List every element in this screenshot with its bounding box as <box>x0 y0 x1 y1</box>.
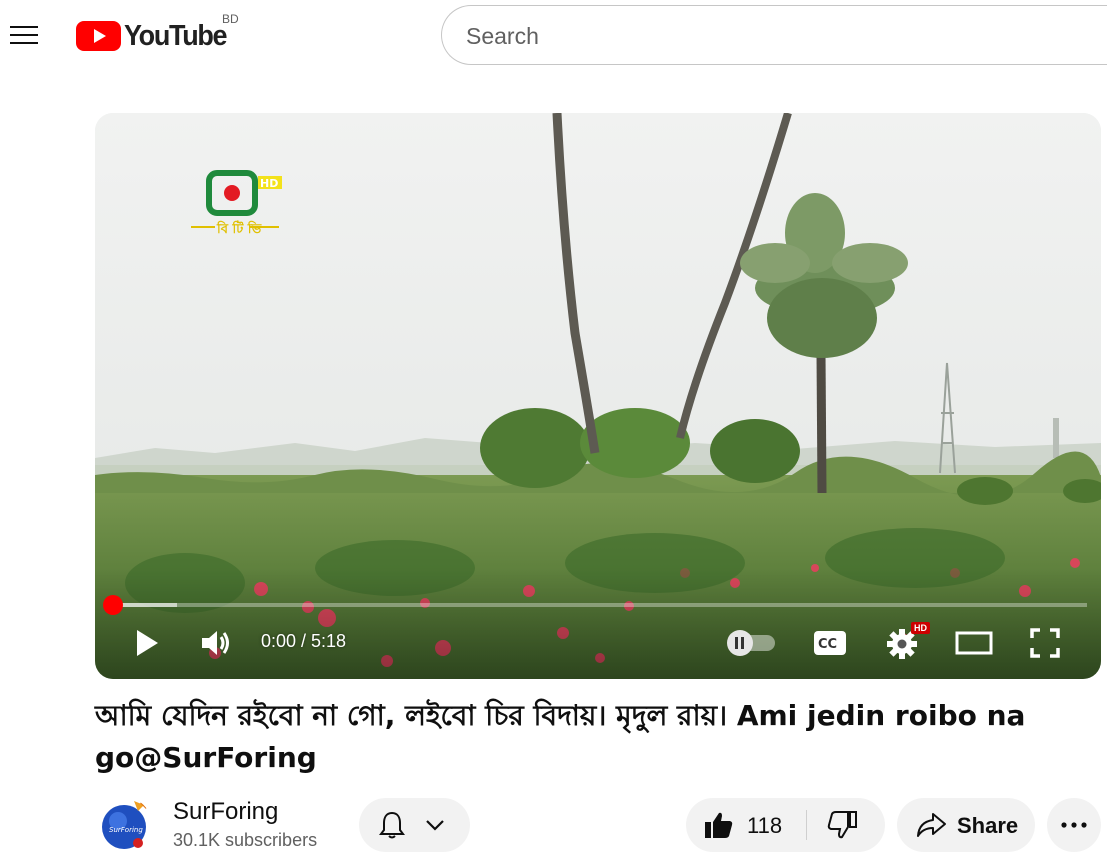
youtube-logo[interactable]: YouTube <box>76 16 234 56</box>
btv-channel-logo: HD বি টি ভি <box>191 170 282 237</box>
more-horizontal-icon <box>1061 822 1087 828</box>
like-button[interactable]: 118 <box>686 798 806 852</box>
like-count: 118 <box>747 813 783 838</box>
channel-avatar[interactable]: SurForing <box>96 797 152 853</box>
captions-icon: CC <box>814 631 846 655</box>
thumbs-up-icon <box>705 812 733 838</box>
play-button[interactable] <box>131 627 163 659</box>
guide-menu-button[interactable] <box>6 14 42 56</box>
logo-wordmark: YouTube <box>124 19 228 52</box>
controls-gradient <box>95 569 1101 679</box>
bell-icon <box>379 811 405 839</box>
theater-mode-button[interactable] <box>953 627 995 659</box>
menu-icon-line <box>10 42 38 44</box>
avatar-text: SurForing <box>109 826 143 834</box>
play-icon <box>137 630 158 656</box>
video-title: আমি যেদিন রইবো না গো, লইবো চির বিদায়। ম… <box>95 699 1026 774</box>
autoplay-toggle-icon <box>727 630 775 656</box>
captions-button[interactable]: CC <box>811 628 849 658</box>
chevron-down-icon <box>426 820 444 831</box>
share-label: Share <box>957 813 1019 838</box>
scrubber-handle[interactable] <box>103 595 123 615</box>
search-input[interactable] <box>466 20 1066 52</box>
dislike-button[interactable] <box>807 798 885 852</box>
masthead: YouTube BD <box>0 0 1107 72</box>
fullscreen-icon <box>1030 628 1060 658</box>
more-actions-button[interactable] <box>1047 798 1101 852</box>
quality-hd-badge: HD <box>911 622 930 634</box>
share-button[interactable]: Share <box>897 798 1035 852</box>
time-display: 0:00 / 5:18 <box>261 631 347 651</box>
channel-name-link[interactable]: SurForing <box>173 798 278 826</box>
thumbs-down-icon <box>827 811 857 839</box>
menu-icon-line <box>10 34 38 36</box>
mute-button[interactable] <box>199 627 233 659</box>
share-icon <box>917 813 946 837</box>
autoplay-toggle[interactable] <box>725 629 779 657</box>
fullscreen-button[interactable] <box>1027 625 1063 661</box>
svg-text:CC: CC <box>818 637 837 652</box>
youtube-play-logo-icon <box>76 21 121 51</box>
video-player[interactable]: HD বি টি ভি 0:00 / 5:18 CC HD <box>95 113 1101 679</box>
channel-avatar-image: SurForing <box>96 797 152 853</box>
country-code: BD <box>222 12 239 26</box>
progress-bar[interactable] <box>109 603 1087 607</box>
volume-icon <box>202 631 229 655</box>
notification-subscription-button[interactable] <box>359 798 470 852</box>
btv-logo-text: বি টি ভি <box>216 220 263 237</box>
like-dislike-group: 118 <box>686 798 885 852</box>
hd-mark-text: HD <box>260 177 278 190</box>
search-box[interactable] <box>441 5 1107 65</box>
theater-mode-icon <box>955 631 993 655</box>
subscriber-count: 30.1K subscribers <box>173 830 318 850</box>
menu-icon-line <box>10 26 38 28</box>
